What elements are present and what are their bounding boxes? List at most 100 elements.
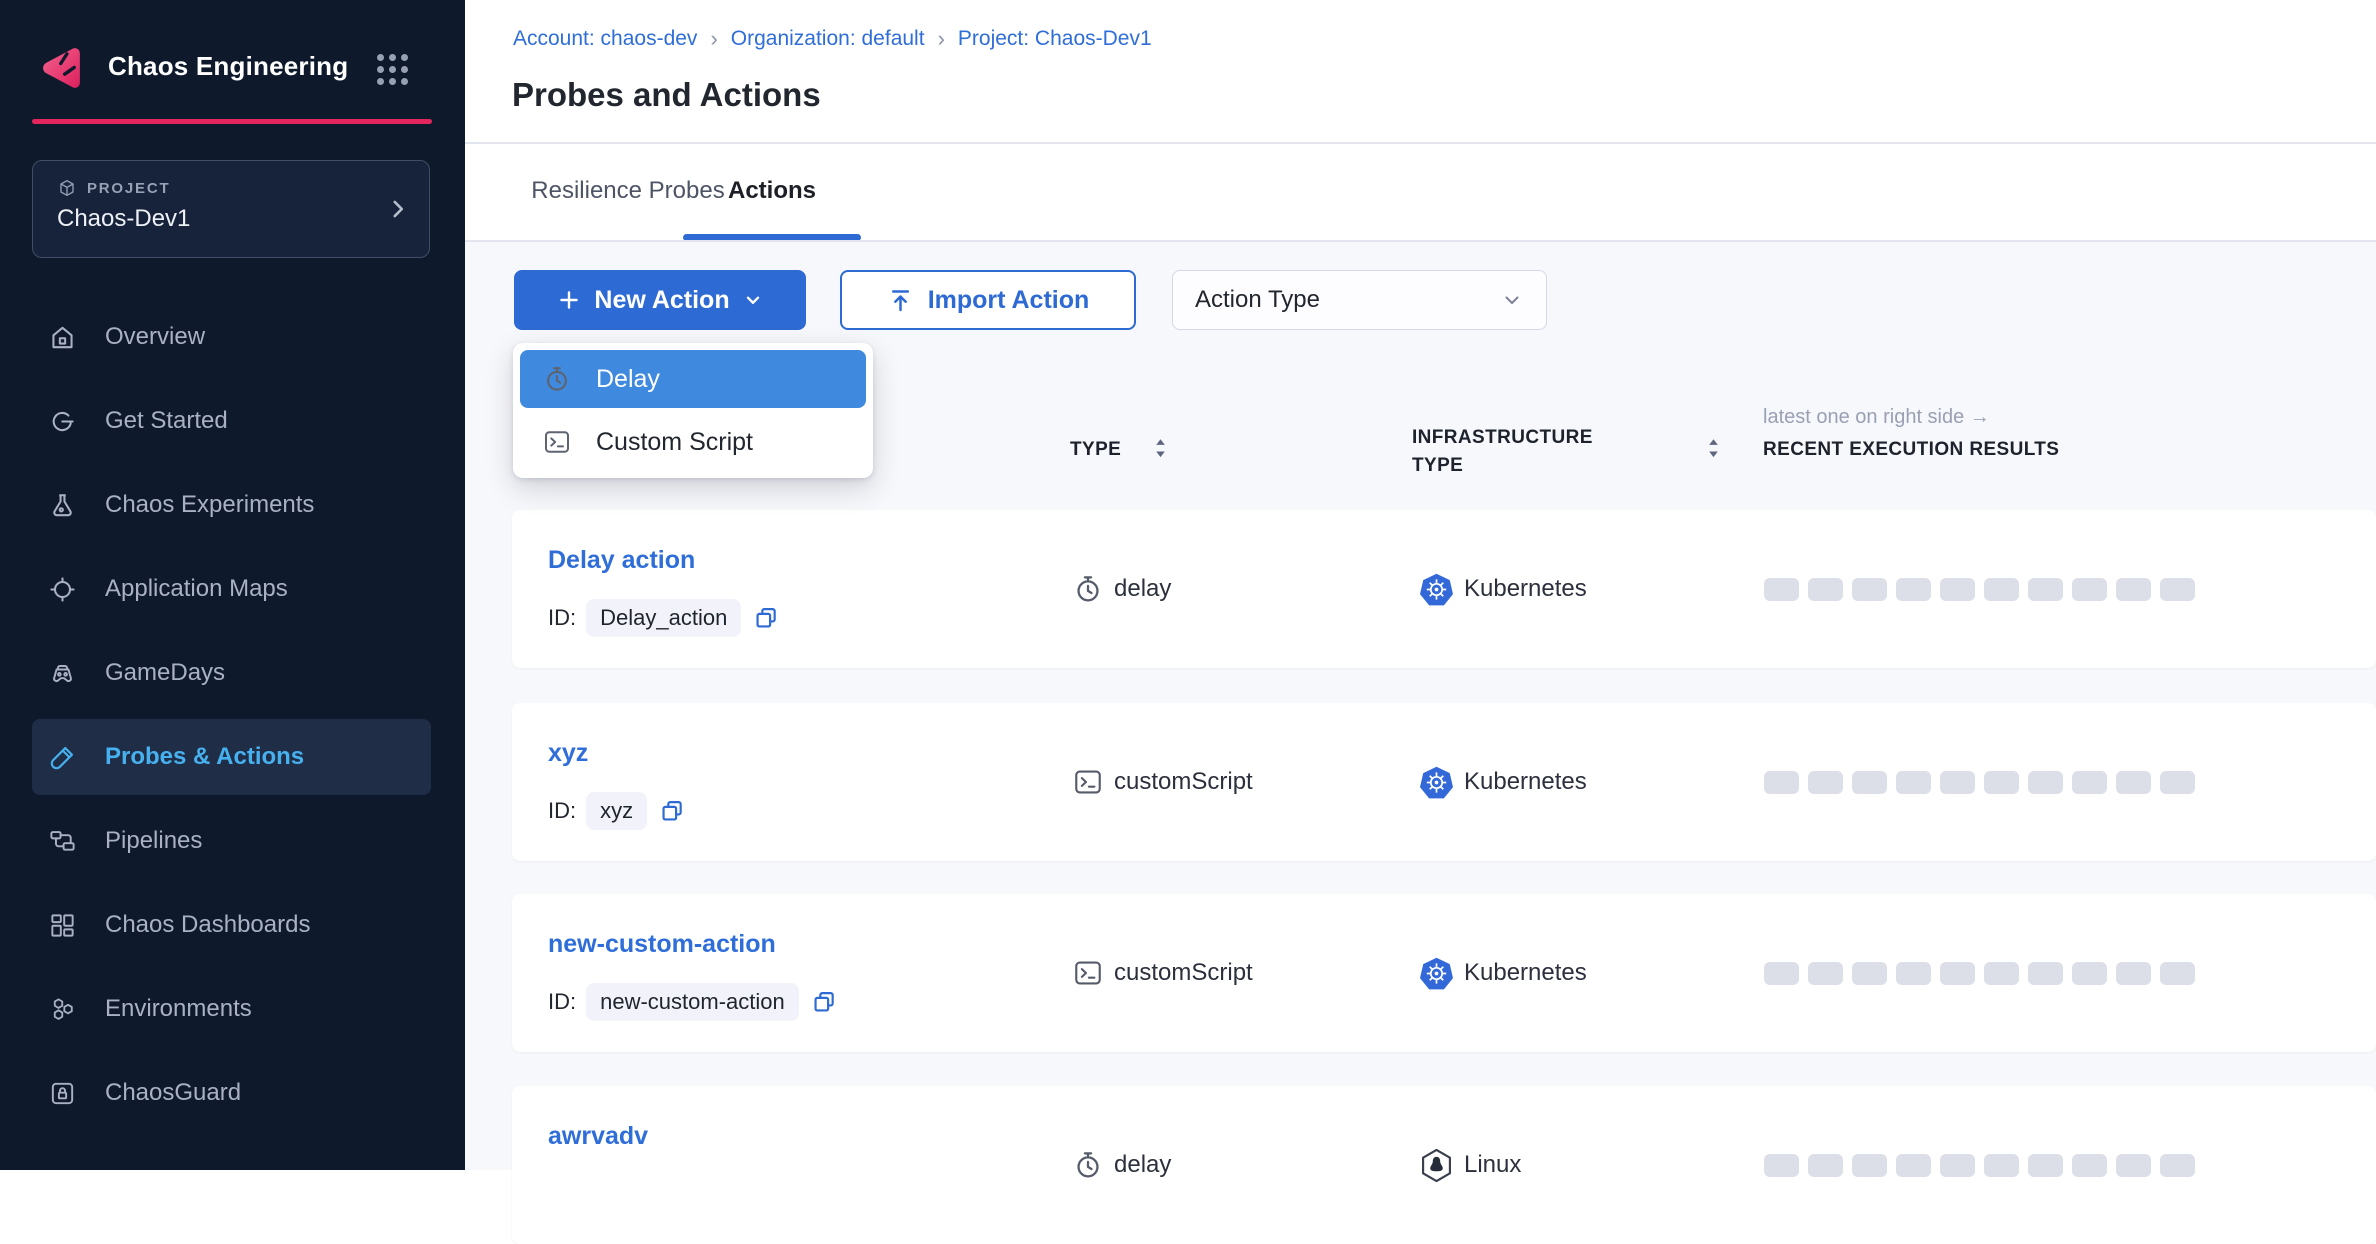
execution-result-placeholder (1852, 578, 1887, 601)
breadcrumb: Account: chaos-dev › Organization: default… (513, 26, 1152, 52)
sidebar-item-overview[interactable]: Overview (32, 299, 431, 375)
sidebar-item-probes-actions[interactable]: Probes & Actions (32, 719, 431, 795)
type-value: customScript (1114, 959, 1253, 987)
sidebar-item-get-started[interactable]: Get Started (32, 383, 431, 459)
sidebar-item-pipelines[interactable]: Pipelines (32, 803, 431, 879)
test-tube-icon (48, 743, 77, 772)
kubernetes-icon (1418, 764, 1455, 801)
execution-result-placeholder (1940, 962, 1975, 985)
execution-result-placeholder (1896, 771, 1931, 794)
execution-result-placeholder (1764, 578, 1799, 601)
sidebar-item-label: Probes & Actions (105, 743, 304, 771)
infrastructure-cell: Kubernetes (1418, 510, 1587, 668)
pipeline-icon (48, 827, 77, 856)
breadcrumb-link[interactable]: Account: chaos-dev (513, 27, 697, 51)
import-action-label: Import Action (928, 286, 1090, 315)
sidebar-item-chaos-dashboards[interactable]: Chaos Dashboards (32, 887, 431, 963)
execution-result-placeholder (2028, 962, 2063, 985)
table-row: awrvadvdelayLinux (512, 1086, 2376, 1244)
execution-result-placeholder (1808, 962, 1843, 985)
import-action-button[interactable]: Import Action (840, 270, 1136, 330)
results-note: latest one on right side → (1763, 406, 1990, 429)
copy-icon[interactable] (659, 798, 685, 824)
column-header-infrastructure-type[interactable]: INFRASTRUCTURE TYPE (1412, 424, 1612, 480)
execution-result-placeholder (1984, 962, 2019, 985)
action-id: ID:xyz (548, 792, 685, 830)
home-icon (48, 323, 77, 352)
execution-result-placeholder (1896, 578, 1931, 601)
sidebar-item-chaosguard[interactable]: ChaosGuard (32, 1055, 431, 1131)
cube-icon (57, 178, 77, 198)
id-label: ID: (548, 798, 576, 824)
action-name-link[interactable]: awrvadv (548, 1122, 648, 1151)
column-header-type[interactable]: TYPE (1070, 439, 1121, 461)
type-cell: customScript (1072, 703, 1253, 861)
app-title: Chaos Engineering (108, 51, 348, 82)
execution-result-placeholder (2072, 578, 2107, 601)
sort-icon[interactable] (1153, 436, 1168, 462)
execution-result-placeholder (1940, 1154, 1975, 1177)
gamepad-icon (48, 659, 77, 688)
infrastructure-value: Kubernetes (1464, 575, 1587, 603)
copy-icon[interactable] (811, 989, 837, 1015)
action-name-cell: awrvadv (548, 1122, 648, 1151)
sidebar-item-environments[interactable]: Environments (32, 971, 431, 1047)
action-name-link[interactable]: Delay action (548, 546, 779, 575)
dashboard-icon (48, 911, 77, 940)
sidebar-item-gamedays[interactable]: GameDays (32, 635, 431, 711)
module-grid-icon[interactable] (377, 54, 408, 85)
breadcrumb-separator-icon: › (938, 26, 945, 52)
new-action-dropdown-menu: Delay Custom Script (513, 343, 873, 478)
execution-result-placeholder (1940, 578, 1975, 601)
table-row: new-custom-actionID:new-custom-actioncus… (512, 894, 2376, 1052)
sidebar-item-application-maps[interactable]: Application Maps (32, 551, 431, 627)
id-label: ID: (548, 989, 576, 1015)
action-type-value: Action Type (1195, 286, 1320, 314)
menu-item-label: Custom Script (596, 428, 753, 457)
brand-divider (32, 119, 432, 124)
sidebar-nav: Overview Get Started Chaos Experiments Appl… (0, 299, 465, 1139)
sidebar-item-label: Overview (105, 323, 205, 351)
menu-item-custom-script[interactable]: Custom Script (520, 413, 866, 471)
sidebar-item-chaos-experiments[interactable]: Chaos Experiments (32, 467, 431, 543)
linux-icon (1418, 1147, 1455, 1184)
chevron-down-icon (1500, 288, 1524, 312)
infrastructure-value: Linux (1464, 1151, 1521, 1179)
infrastructure-value: Kubernetes (1464, 959, 1587, 987)
execution-result-placeholder (2160, 1154, 2195, 1177)
action-name-link[interactable]: new-custom-action (548, 930, 837, 959)
table-row: xyz ID:xyz customScript Kubernetes (512, 703, 2376, 861)
breadcrumb-link[interactable]: Organization: default (731, 27, 925, 51)
id-value: Delay_action (586, 599, 741, 637)
type-value: customScript (1114, 768, 1253, 796)
kubernetes-icon (1418, 955, 1455, 992)
action-name-link[interactable]: xyz (548, 739, 685, 768)
tab-actions[interactable]: Actions (702, 142, 842, 240)
execution-result-placeholder (2072, 1154, 2107, 1177)
action-type-select[interactable]: Action Type (1172, 270, 1547, 330)
execution-result-placeholder (1852, 771, 1887, 794)
execution-result-placeholder (2072, 771, 2107, 794)
hexagons-icon (48, 995, 77, 1024)
sidebar-item-label: Chaos Dashboards (105, 911, 310, 939)
project-selector[interactable]: PROJECT Chaos-Dev1 (32, 160, 430, 258)
sort-icon[interactable] (1706, 436, 1721, 462)
page-title: Probes and Actions (512, 76, 821, 114)
copy-icon[interactable] (753, 605, 779, 631)
menu-item-delay[interactable]: Delay (520, 350, 866, 408)
execution-result-placeholder (1764, 962, 1799, 985)
action-name-cell: xyz ID:xyz (548, 739, 685, 830)
new-action-button[interactable]: New Action (514, 270, 806, 330)
chevron-right-icon (385, 196, 411, 222)
execution-result-placeholder (1984, 1154, 2019, 1177)
breadcrumb-link[interactable]: Project: Chaos-Dev1 (958, 27, 1152, 51)
main-content: Account: chaos-dev › Organization: default… (465, 0, 2376, 1170)
sidebar: Chaos Engineering PROJECT Chaos-Dev1 Ove… (0, 0, 465, 1170)
flask-icon (48, 491, 77, 520)
infrastructure-cell: Kubernetes (1418, 703, 1587, 861)
project-label: PROJECT (87, 180, 170, 197)
recent-execution-results-cell (1764, 894, 2195, 1052)
shield-lock-icon (48, 1079, 77, 1108)
stopwatch-icon (1072, 1149, 1104, 1181)
execution-result-placeholder (2116, 771, 2151, 794)
